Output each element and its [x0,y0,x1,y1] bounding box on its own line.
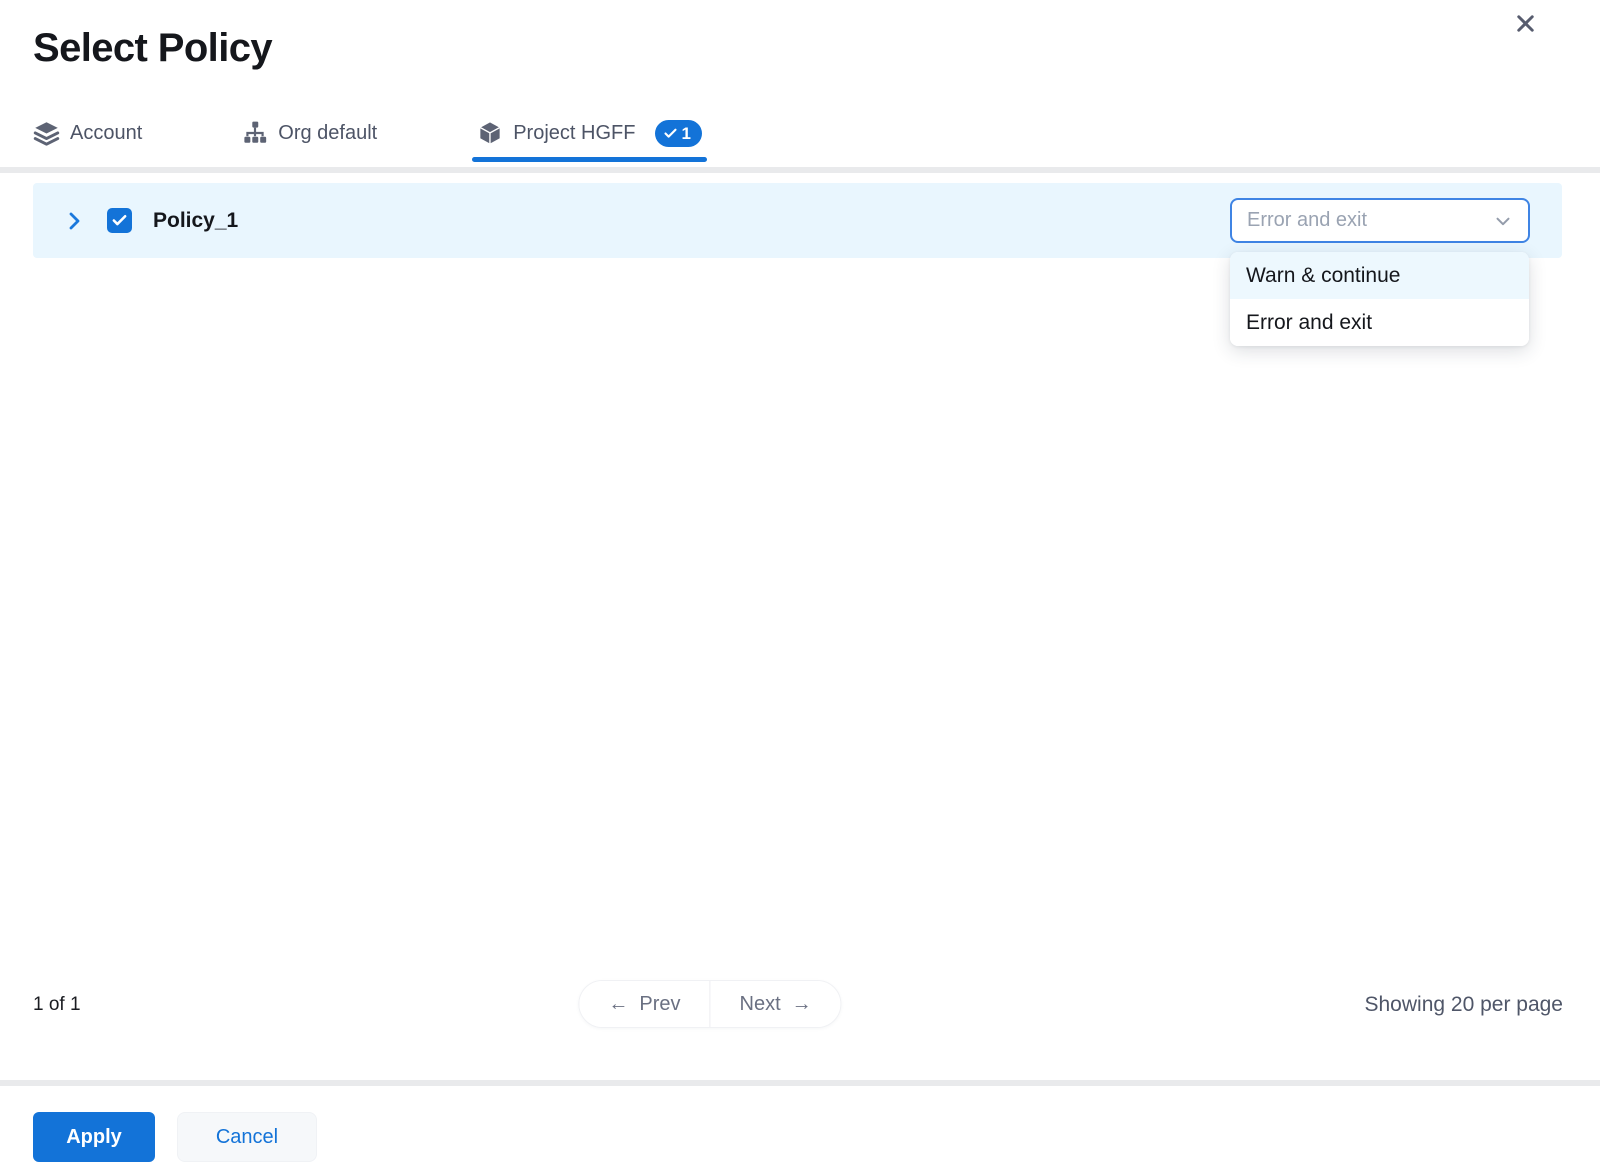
next-page-button[interactable]: Next → [710,981,841,1027]
prev-label: Prev [639,993,680,1016]
dropdown-option-warn-continue[interactable]: Warn & continue [1230,252,1529,299]
tab-project-hgff[interactable]: Project HGFF 1 [477,104,702,162]
package-icon [477,120,503,146]
page-indicator: 1 of 1 [33,994,81,1016]
org-chart-icon [242,120,268,146]
per-page-indicator: Showing 20 per page [1365,993,1564,1017]
next-label: Next [740,993,781,1016]
tab-label: Org default [278,122,377,145]
expand-row-button[interactable] [61,208,87,234]
badge-count: 1 [681,125,690,142]
arrow-left-icon: ← [608,993,628,1016]
tab-label: Account [70,122,142,145]
select-dropdown-menu: Warn & continue Error and exit [1230,252,1529,346]
policy-name: Policy_1 [153,209,238,233]
cancel-button[interactable]: Cancel [177,1112,317,1162]
tab-bar: Account Org default [33,104,702,162]
arrow-right-icon: → [792,993,812,1016]
dropdown-option-error-exit[interactable]: Error and exit [1230,299,1529,346]
tab-org-default[interactable]: Org default [242,104,377,162]
footer-divider [0,1080,1600,1086]
chevron-down-icon [1492,210,1514,232]
policy-action-select[interactable]: Error and exit [1230,198,1530,243]
tab-label: Project HGFF [513,122,635,145]
chevron-right-icon [62,209,86,233]
check-icon [663,126,678,141]
tab-account[interactable]: Account [33,104,142,162]
page-title: Select Policy [33,26,272,71]
check-icon [111,212,128,229]
select-value: Error and exit [1247,209,1367,232]
close-button[interactable] [1508,6,1542,40]
policy-row: Policy_1 Error and exit [33,183,1562,258]
selected-count-badge: 1 [655,120,701,147]
tabs-divider [0,167,1600,173]
select-policy-modal: Select Policy Account [0,0,1600,1171]
pager-button-group: ← Prev Next → [578,980,841,1028]
layers-icon [33,120,60,147]
apply-button[interactable]: Apply [33,1112,155,1162]
prev-page-button[interactable]: ← Prev [579,981,709,1027]
policy-checkbox[interactable] [107,208,132,233]
close-icon [1512,10,1539,37]
pagination-bar: 1 of 1 ← Prev Next → Showing 20 per page [33,980,1563,1030]
